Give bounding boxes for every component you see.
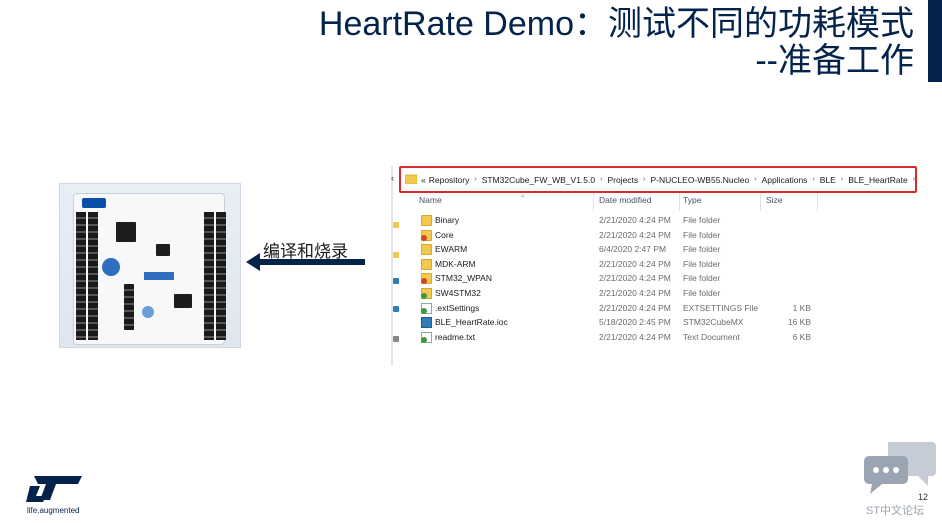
folder-icon [421, 244, 432, 256]
chevron-right-icon[interactable]: › [913, 176, 915, 183]
folder-badge-icon [421, 273, 432, 285]
list-item[interactable]: .extSettings 2/21/2020 4:24 PM EXTSETTIN… [417, 302, 827, 317]
list-item[interactable]: MDK-ARM 2/21/2020 4:24 PM File folder [417, 258, 827, 273]
st-logo-icon [26, 476, 82, 502]
breadcrumb-ble[interactable]: BLE [820, 175, 836, 185]
slide-title: HeartRate Demo：测试不同的功耗模式 --准备工作 [319, 6, 914, 80]
forum-label: ST中文论坛 [866, 505, 925, 517]
list-item[interactable]: STM32_WPAN 2/21/2020 4:24 PM File folder [417, 272, 827, 287]
slide-title-line1: HeartRate Demo：测试不同的功耗模式 [318, 5, 914, 43]
file-icon [421, 302, 432, 314]
chevron-right-icon: › [812, 176, 815, 183]
slide-title-line2: --准备工作 [755, 42, 914, 80]
list-item[interactable]: readme.txt 2/21/2020 4:24 PM Text Docume… [417, 331, 827, 346]
folder-sync-icon [421, 287, 432, 299]
forum-chat-icon [864, 442, 936, 494]
column-size[interactable]: Size [766, 195, 783, 205]
chevron-right-icon: › [600, 176, 603, 183]
breadcrumb-stm32cube[interactable]: STM32Cube_FW_WB_V1.5.0 [482, 175, 595, 185]
chevron-right-icon: › [474, 176, 477, 183]
nucleo-board-image [59, 183, 241, 348]
title-accent-bar [928, 0, 942, 82]
folder-icon [421, 258, 432, 270]
ioc-file-icon [421, 317, 432, 329]
chevron-right-icon: › [754, 176, 757, 183]
file-explorer: ‹ « Repository › STM32Cube_FW_WB_V1.5.0 › … [391, 166, 918, 366]
left-arrow-icon [246, 253, 365, 271]
breadcrumb-nucleo[interactable]: P-NUCLEO-WB55.Nucleo [651, 175, 750, 185]
folder-icon [404, 174, 418, 186]
page-number: 12 [918, 492, 929, 502]
column-date[interactable]: Date modified [599, 195, 651, 205]
logo-tagline: life.augmented [27, 506, 80, 515]
address-bar[interactable]: « Repository › STM32Cube_FW_WB_V1.5.0 › Pr… [399, 166, 917, 193]
list-item[interactable]: SW4STM32 2/21/2020 4:24 PM File folder [417, 287, 827, 302]
sort-caret-icon: ^ [521, 195, 525, 202]
column-name[interactable]: Name [419, 195, 442, 205]
chevron-right-icon: › [643, 176, 646, 183]
file-list: Binary 2/21/2020 4:24 PM File folder Cor… [417, 214, 827, 345]
column-type[interactable]: Type [683, 195, 701, 205]
breadcrumb-applications[interactable]: Applications [762, 175, 808, 185]
text-file-icon [421, 331, 432, 343]
breadcrumb-projects[interactable]: Projects [607, 175, 638, 185]
chevron-left-icon[interactable]: ‹ [391, 173, 394, 183]
column-headers: ^ Name Date modified Type Size [417, 193, 827, 211]
chevron-right-icon: › [840, 176, 844, 183]
list-item[interactable]: Core 2/21/2020 4:24 PM File folder [417, 229, 827, 244]
breadcrumb-overflow[interactable]: « [421, 175, 426, 185]
list-item[interactable]: Binary 2/21/2020 4:24 PM File folder [417, 214, 827, 229]
list-item[interactable]: BLE_HeartRate.ioc 5/18/2020 2:45 PM STM3… [417, 316, 827, 331]
breadcrumb-ble-heartrate[interactable]: BLE_HeartRate [848, 175, 908, 185]
breadcrumb-repository[interactable]: Repository [429, 175, 470, 185]
nav-pane-strip [392, 196, 402, 366]
list-item[interactable]: EWARM 6/4/2020 2:47 PM File folder [417, 243, 827, 258]
folder-badge-icon [421, 229, 432, 241]
folder-icon [421, 215, 432, 226]
